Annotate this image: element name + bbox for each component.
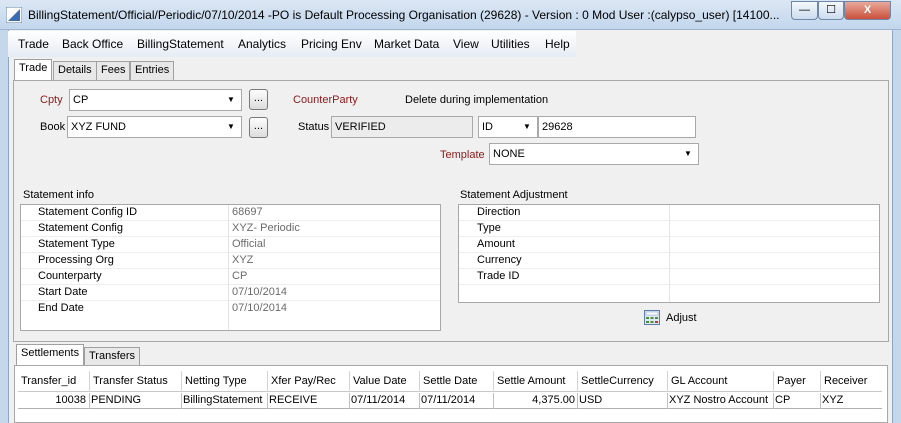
book-combo[interactable]: XYZ FUND ▼: [67, 116, 242, 138]
column-header-value-date[interactable]: Value Date: [350, 371, 420, 392]
id-type-value: ID: [482, 121, 493, 133]
table-row[interactable]: Currency: [459, 253, 879, 269]
settlements-header: Transfer_id Transfer Status Netting Type…: [18, 371, 882, 392]
menu-billingstatement[interactable]: BillingStatement: [137, 37, 224, 51]
minimize-button[interactable]: —: [791, 1, 818, 20]
status-field: VERIFIED: [331, 116, 473, 138]
status-label: Status: [298, 121, 330, 133]
table-row[interactable]: Counterparty CP: [21, 269, 440, 285]
calculator-icon: [644, 310, 660, 325]
window-title: BillingStatement/Official/Periodic/07/10…: [28, 8, 780, 22]
column-header-transfer-id[interactable]: Transfer_id: [18, 371, 90, 392]
chevron-down-icon[interactable]: ▼: [223, 92, 239, 108]
table-row[interactable]: Statement Config XYZ- Periodic: [21, 221, 440, 237]
status-value: VERIFIED: [335, 121, 386, 133]
column-header-transfer-status[interactable]: Transfer Status: [90, 371, 182, 392]
column-header-settle-date[interactable]: Settle Date: [420, 371, 494, 392]
id-value: 29628: [542, 121, 573, 133]
table-row[interactable]: Start Date 07/10/2014: [21, 285, 440, 301]
book-value: XYZ FUND: [71, 121, 126, 133]
close-button[interactable]: X: [844, 1, 891, 20]
table-row[interactable]: Amount: [459, 237, 879, 253]
column-header-settle-currency[interactable]: SettleCurrency: [578, 371, 668, 392]
id-type-combo[interactable]: ID ▼: [478, 116, 538, 138]
tab-settlements[interactable]: Settlements: [16, 344, 85, 365]
template-label: Template: [440, 149, 485, 161]
book-label: Book: [40, 121, 66, 133]
table-row[interactable]: Processing Org XYZ: [21, 253, 440, 269]
column-header-netting-type[interactable]: Netting Type: [182, 371, 268, 392]
menu-trade[interactable]: Trade: [18, 37, 49, 51]
menu-back-office[interactable]: Back Office: [62, 37, 123, 51]
adjust-label: Adjust: [666, 312, 697, 324]
menu-pricing-env[interactable]: Pricing Env: [301, 37, 362, 51]
tab-details[interactable]: Details: [53, 61, 97, 80]
table-row[interactable]: Trade ID: [459, 269, 879, 285]
statement-adjustment-title: Statement Adjustment: [460, 189, 568, 201]
template-combo[interactable]: NONE ▼: [489, 143, 699, 165]
cpty-combo[interactable]: CP ▼: [69, 89, 242, 111]
template-value: NONE: [493, 148, 525, 160]
menu-help[interactable]: Help: [545, 37, 570, 51]
table-row[interactable]: 10038 PENDING BillingStatement RECEIVE 0…: [18, 393, 882, 409]
app-logo-icon: [6, 7, 22, 23]
id-field[interactable]: 29628: [538, 116, 696, 138]
menu-market-data[interactable]: Market Data: [374, 37, 439, 51]
tab-trade[interactable]: Trade: [14, 59, 53, 80]
menu-analytics[interactable]: Analytics: [238, 37, 286, 51]
table-row[interactable]: Direction: [459, 205, 879, 221]
statement-info-title: Statement info: [23, 189, 94, 201]
chevron-down-icon[interactable]: ▼: [680, 146, 696, 162]
column-header-gl-account[interactable]: GL Account: [668, 371, 774, 392]
cpty-browse-button[interactable]: ...: [249, 89, 268, 110]
tab-entries[interactable]: Entries: [130, 61, 175, 80]
table-row[interactable]: End Date 07/10/2014: [21, 301, 440, 317]
chevron-down-icon[interactable]: ▼: [223, 119, 239, 135]
statement-adjustment-table[interactable]: Direction Type Amount Currency Trade ID: [458, 204, 880, 303]
book-browse-button[interactable]: ...: [249, 117, 268, 138]
menu-view[interactable]: View: [453, 37, 479, 51]
statement-info-table[interactable]: Statement Config ID 68697 Statement Confi…: [20, 204, 441, 331]
table-row[interactable]: Statement Type Official: [21, 237, 440, 253]
column-header-settle-amount[interactable]: Settle Amount: [494, 371, 578, 392]
table-row[interactable]: Statement Config ID 68697: [21, 205, 440, 221]
adjust-button[interactable]: Adjust: [643, 309, 703, 327]
column-header-receiver[interactable]: Receiver: [821, 371, 882, 392]
menu-utilities[interactable]: Utilities: [491, 37, 530, 51]
column-header-xfer-pay-rec[interactable]: Xfer Pay/Rec: [268, 371, 350, 392]
counterparty-label: CounterParty: [293, 94, 358, 106]
maximize-button[interactable]: ☐: [818, 1, 844, 20]
tab-transfers[interactable]: Transfers: [84, 347, 141, 366]
cpty-label: Cpty: [40, 94, 63, 106]
tab-fees[interactable]: Fees: [96, 61, 131, 80]
column-header-payer[interactable]: Payer: [774, 371, 821, 392]
cpty-value: CP: [73, 94, 89, 106]
counterparty-note: Delete during implementation: [405, 94, 549, 106]
table-row[interactable]: Type: [459, 221, 879, 237]
chevron-down-icon[interactable]: ▼: [519, 119, 535, 135]
